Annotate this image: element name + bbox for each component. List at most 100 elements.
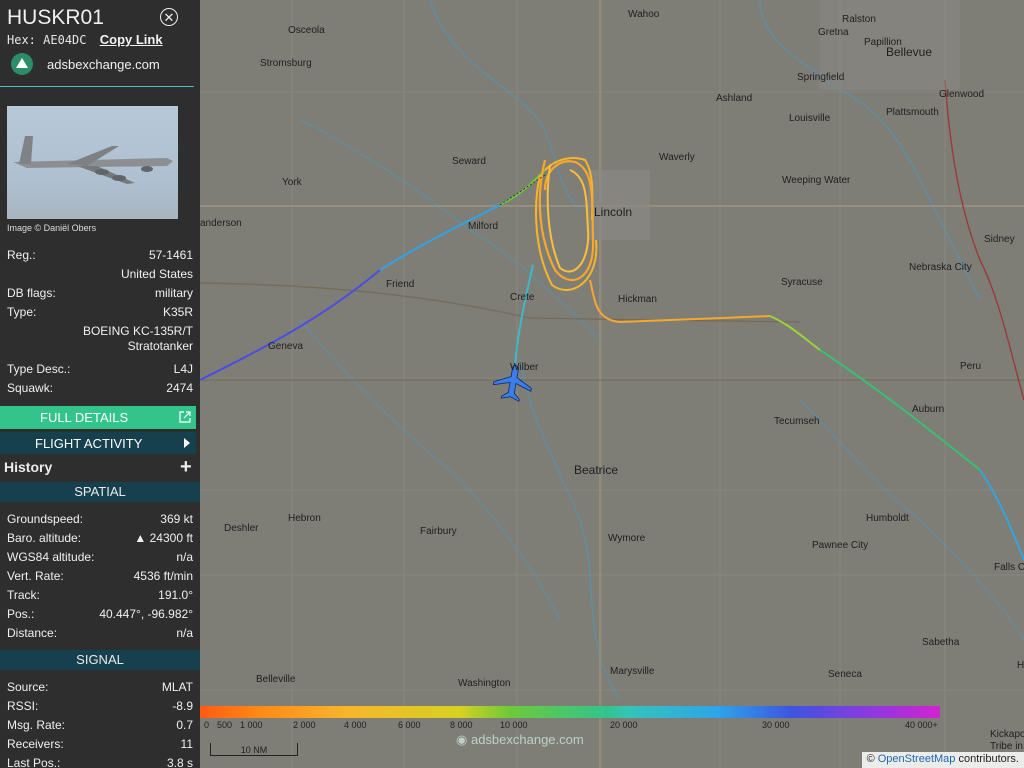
town-label: Sabetha: [922, 637, 960, 648]
spatial-row-label: WGS84 altitude:: [7, 550, 95, 564]
town-label: Wilber: [510, 362, 539, 373]
town-label: Auburn: [912, 404, 945, 415]
town-label: Crete: [510, 292, 535, 303]
reg-label: Reg.:: [7, 248, 36, 262]
model-line1: BOEING KC-135R/T: [82, 324, 193, 338]
aircraft-photo[interactable]: [7, 106, 178, 219]
spatial-row-value: 40.447°, -96.982°: [99, 607, 193, 621]
spatial-row-value: n/a: [176, 550, 193, 564]
town-label: Belleville: [256, 674, 296, 685]
town-label: Nebraska City: [909, 262, 972, 273]
history-toggle[interactable]: History: [4, 459, 52, 475]
town-label: Ashland: [716, 93, 753, 104]
type-value: K35R: [162, 305, 193, 319]
spatial-row-label: Track:: [7, 588, 40, 602]
full-details-button[interactable]: FULL DETAILS: [0, 406, 196, 429]
plus-icon[interactable]: +: [180, 456, 192, 479]
typedesc-value: L4J: [173, 362, 193, 376]
dbflags-value: military: [155, 286, 193, 300]
legend-label: 500: [217, 720, 233, 730]
town-label: Milford: [468, 221, 499, 232]
squawk-value: 2474: [166, 381, 193, 395]
town-label: Wymore: [608, 533, 646, 544]
osm-link[interactable]: OpenStreetMap: [878, 753, 956, 765]
town-label: Lincoln: [594, 205, 633, 219]
town-label: Syracuse: [781, 277, 823, 288]
town-label: York: [282, 177, 302, 188]
town-label: Deshler: [224, 523, 259, 534]
legend-label: 6 000: [398, 720, 421, 730]
flight-activity-label: FLIGHT ACTIVITY: [35, 436, 143, 451]
spatial-row-value: 191.0°: [158, 588, 193, 602]
town-label: Glenwood: [939, 89, 985, 100]
town-label: Humboldt: [866, 513, 909, 524]
adsbexchange-logo-icon: [11, 53, 33, 75]
spatial-row-label: Vert. Rate:: [7, 569, 64, 583]
divider: [0, 86, 194, 87]
hex-value: AE04DC: [43, 33, 87, 47]
watermark-logo-icon: ◉: [456, 732, 468, 747]
spatial-row-label: Baro. altitude:: [7, 531, 82, 545]
watermark-text: adsbexchange.com: [470, 732, 584, 747]
country-value: United States: [120, 267, 193, 281]
info-sidebar: HUSKR01 ✕ Hex: AE04DC Copy Link adsbexch…: [0, 0, 200, 768]
spatial-row-label: Groundspeed:: [7, 512, 84, 526]
signal-row-label: Last Pos.:: [7, 756, 61, 768]
type-label: Type:: [7, 305, 37, 319]
town-label: Plattsmouth: [886, 107, 939, 118]
hex-row: Hex: AE04DC Copy Link: [7, 32, 163, 47]
town-label: Stromsburg: [260, 58, 312, 69]
town-label: Marysville: [610, 666, 655, 677]
typedesc-label: Type Desc.:: [7, 362, 71, 376]
full-details-label: FULL DETAILS: [40, 410, 129, 425]
map-attribution: © OpenStreetMap contributors.: [861, 752, 1024, 768]
town-label: Fairbury: [420, 526, 457, 537]
spatial-row-value: n/a: [176, 626, 193, 640]
town-label: Springfield: [797, 72, 845, 83]
signal-row-value: MLAT: [161, 680, 193, 694]
signal-row-value: 11: [180, 737, 193, 751]
legend-label: 10 000: [500, 720, 528, 730]
signal-section-title: SIGNAL: [0, 650, 200, 670]
external-link-icon: [179, 411, 191, 423]
town-label: Kickapo: [990, 729, 1024, 740]
town-label: Peru: [960, 361, 982, 372]
signal-row-label: Receivers:: [7, 737, 64, 751]
town-label: Beatrice: [574, 463, 619, 477]
signal-row-value: 3.8 s: [166, 756, 193, 768]
town-label: Friend: [386, 279, 415, 290]
dbflags-label: DB flags:: [7, 286, 56, 300]
signal-row-label: Source:: [7, 680, 49, 694]
town-label: H: [1017, 660, 1024, 671]
town-label: Louisville: [789, 113, 831, 124]
legend-label: 2 000: [293, 720, 316, 730]
signal-row-value: -8.9: [172, 699, 193, 713]
legend-label: 1 000: [240, 720, 263, 730]
legend-label: 20 000: [610, 720, 638, 730]
callsign: HUSKR01: [7, 6, 104, 29]
legend-label: 40 000+: [905, 720, 938, 730]
town-label: Washington: [458, 678, 511, 689]
legend-label: 0: [204, 720, 210, 730]
town-label: Wahoo: [628, 9, 660, 20]
spatial-row-value: 4536 ft/min: [133, 569, 193, 583]
spatial-row-label: Pos.:: [7, 607, 35, 621]
watermark: ◉ adsbexchange.com: [456, 732, 584, 748]
model-line2: Stratotanker: [127, 339, 193, 353]
town-label: Weeping Water: [782, 175, 851, 186]
town-label: Waverly: [659, 152, 695, 163]
legend-label: 8 000: [450, 720, 473, 730]
map-view[interactable]: Wahoo Ralston Osceola Gretna Papillion Bellev…: [200, 0, 1024, 768]
flight-activity-button[interactable]: FLIGHT ACTIVITY: [0, 432, 196, 454]
close-icon[interactable]: ✕: [160, 8, 178, 26]
signal-row-value: 0.7: [176, 718, 193, 732]
spatial-row-label: Distance:: [7, 626, 58, 640]
site-link[interactable]: adsbexchange.com: [47, 57, 160, 72]
town-label: Seneca: [828, 669, 862, 680]
copy-link[interactable]: Copy Link: [100, 32, 163, 47]
town-label: Pawnee City: [812, 540, 869, 551]
signal-row-label: Msg. Rate:: [7, 718, 66, 732]
squawk-label: Squawk:: [7, 381, 54, 395]
legend-label: 30 000: [762, 720, 790, 730]
town-label: Tribe in: [990, 741, 1023, 752]
